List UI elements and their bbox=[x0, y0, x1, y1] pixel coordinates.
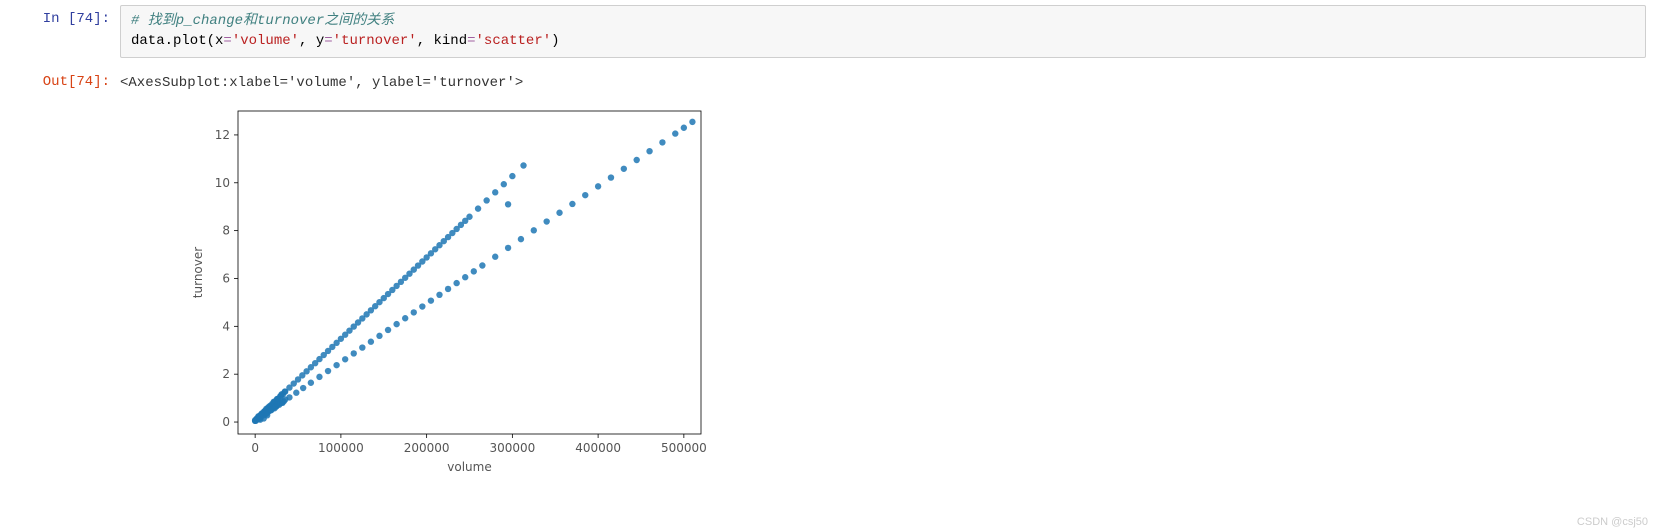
code-comment: # 找到p_change和turnover之间的关系 bbox=[131, 13, 394, 29]
svg-text:2: 2 bbox=[222, 367, 230, 381]
svg-text:100000: 100000 bbox=[318, 441, 364, 455]
chart-output: 0 100000 200000 300000 400000 500000 0 2 4 6 8 10 12… bbox=[120, 99, 1654, 489]
svg-text:10: 10 bbox=[215, 176, 230, 190]
code-input[interactable]: # 找到p_change和turnover之间的关系 data.plot(x='… bbox=[120, 5, 1646, 58]
svg-text:6: 6 bbox=[222, 271, 230, 285]
output-text: <AxesSubplot:xlabel='volume', ylabel='tu… bbox=[120, 68, 1654, 94]
svg-text:0: 0 bbox=[222, 415, 230, 429]
out-prompt: Out[74]: bbox=[0, 68, 120, 94]
svg-text:8: 8 bbox=[222, 223, 230, 237]
code-line-1: # 找到p_change和turnover之间的关系 bbox=[131, 12, 1635, 32]
scatter-plot: 0 100000 200000 300000 400000 500000 0 2 4 6 8 10 12… bbox=[188, 99, 713, 479]
output-cell: Out[74]: <AxesSubplot:xlabel='volume', y… bbox=[0, 63, 1654, 99]
svg-text:0: 0 bbox=[251, 441, 259, 455]
svg-text:12: 12 bbox=[215, 128, 230, 142]
in-prompt: In [74]: bbox=[0, 5, 120, 58]
svg-text:turnover: turnover bbox=[191, 247, 205, 298]
svg-text:300000: 300000 bbox=[489, 441, 535, 455]
svg-text:500000: 500000 bbox=[661, 441, 707, 455]
watermark: CSDN @csj50 bbox=[1577, 516, 1648, 528]
svg-text:200000: 200000 bbox=[404, 441, 450, 455]
svg-text:volume: volume bbox=[447, 460, 491, 474]
input-cell: In [74]: # 找到p_change和turnover之间的关系 data… bbox=[0, 0, 1654, 63]
svg-text:4: 4 bbox=[222, 319, 230, 333]
svg-text:400000: 400000 bbox=[575, 441, 621, 455]
code-line-2: data.plot(x='volume', y='turnover', kind… bbox=[131, 32, 1635, 52]
